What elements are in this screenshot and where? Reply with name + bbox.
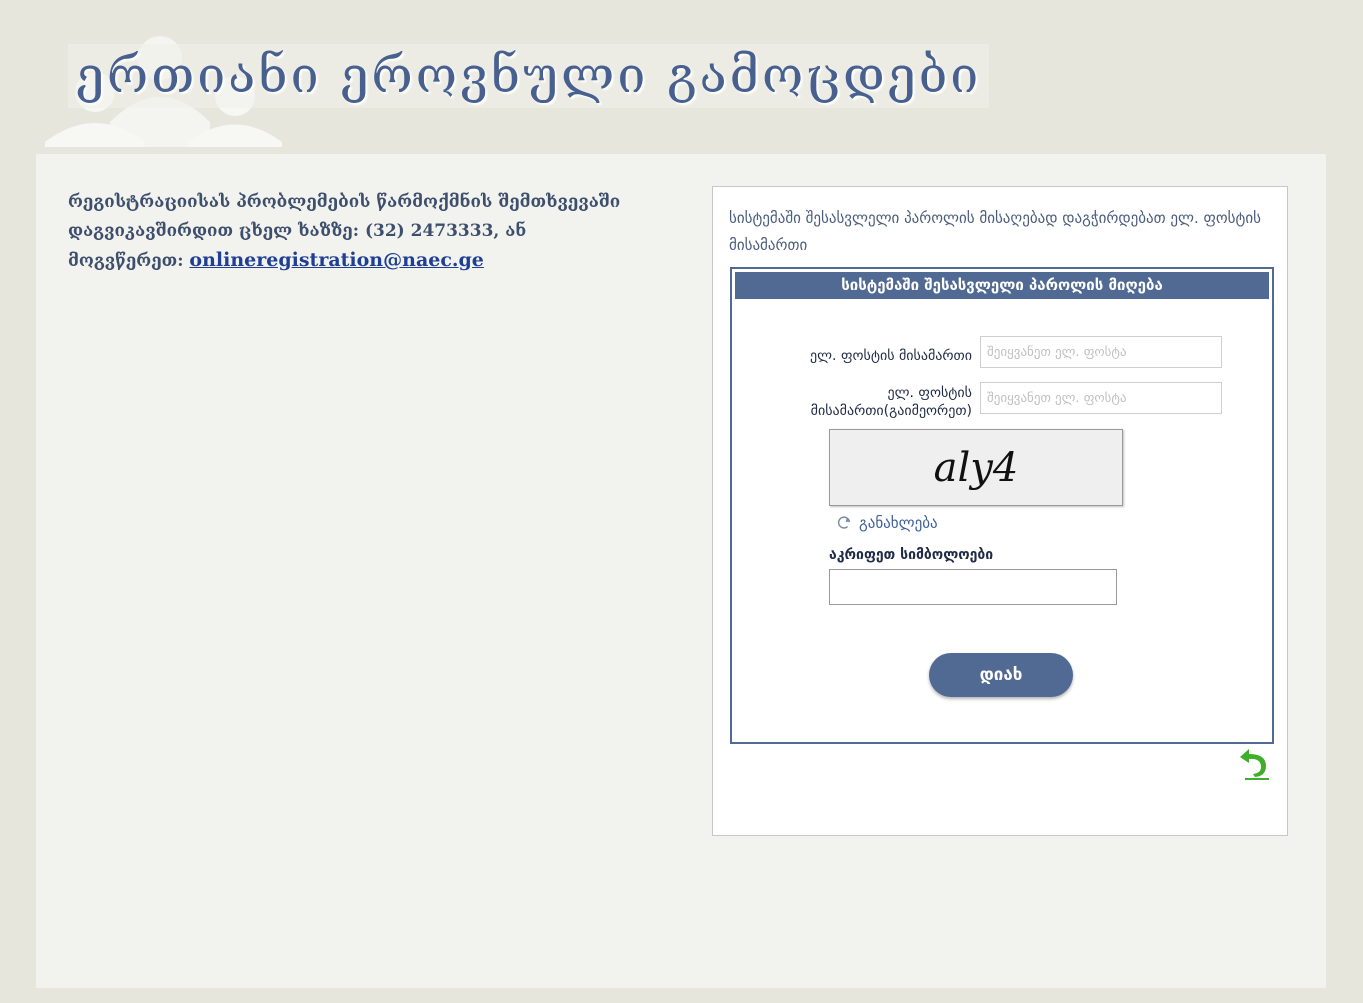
back-arrow-icon[interactable]	[1235, 741, 1275, 781]
help-message: რეგისტრაციისას პრობლემების წარმოქმნის შე…	[68, 188, 668, 276]
help-line-2: დაგვიკავშირდით ცხელ ხაზზე: (32) 2473333,…	[68, 221, 527, 241]
password-panel: სისტემაში შესასვლელი პაროლის მისაღებად დ…	[712, 186, 1288, 836]
captcha-image: aly4	[829, 429, 1123, 506]
main-content: რეგისტრაციისას პრობლემების წარმოქმნის შე…	[36, 154, 1326, 988]
captcha-label: აკრიფეთ სიმბოლოები	[829, 547, 994, 563]
help-line-1: რეგისტრაციისას პრობლემების წარმოქმნის შე…	[68, 192, 621, 212]
email-confirm-label: ელ. ფოსტის მისამართი(გაიმეორეთ)	[810, 385, 972, 419]
email-confirm-field[interactable]	[980, 382, 1222, 414]
refresh-label: განახლება	[859, 514, 938, 532]
site-title: ერთიანი ეროვნული გამოცდები	[68, 44, 990, 108]
panel-info-text: სისტემაში შესასვლელი პაროლის მისაღებად დ…	[729, 209, 1261, 254]
email-label: ელ. ფოსტის მისამართი	[810, 348, 972, 364]
submit-button[interactable]: დიახ	[929, 653, 1073, 697]
captcha-refresh-button[interactable]: განახლება	[835, 512, 938, 534]
form-title: სისტემაში შესასვლელი პაროლის მიღება	[735, 272, 1269, 299]
support-email-link[interactable]: onlineregistration@naec.ge	[189, 249, 483, 271]
help-email-prefix: მოგვწერეთ:	[68, 251, 190, 271]
refresh-icon	[837, 516, 851, 529]
password-form: სისტემაში შესასვლელი პაროლის მიღება ელ. …	[730, 267, 1274, 744]
email-field[interactable]	[980, 336, 1222, 368]
captcha-input[interactable]	[829, 569, 1117, 605]
header: ერთიანი ეროვნული გამოცდები	[4, 4, 1359, 154]
